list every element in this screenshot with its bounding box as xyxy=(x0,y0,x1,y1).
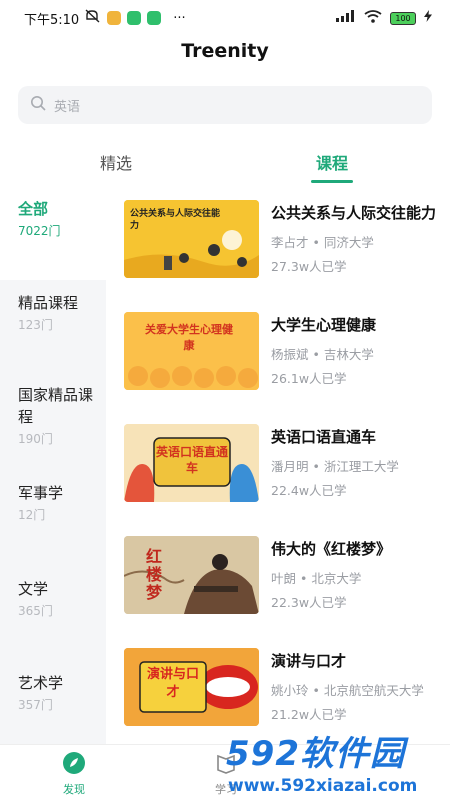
course-thumbnail[interactable]: 公共关系与人际交往能力 xyxy=(124,200,259,278)
search-input[interactable]: 英语 xyxy=(18,86,432,124)
category-item-military[interactable]: 军事学 12门 xyxy=(0,482,106,523)
watermark-url: www.592xiazai.com xyxy=(228,776,418,796)
battery-icon: 100 xyxy=(390,11,416,25)
category-count: 357门 xyxy=(18,698,53,712)
category-name: 艺术学 xyxy=(18,674,64,692)
category-count: 365门 xyxy=(18,604,53,618)
course-thumbnail[interactable]: 红楼梦 xyxy=(124,536,259,614)
category-item-literature[interactable]: 文学 365门 xyxy=(0,578,106,619)
course-learners: 26.1w人已学 xyxy=(271,371,347,386)
mute-icon xyxy=(85,9,101,27)
category-item-premium[interactable]: 精品课程 123门 xyxy=(0,292,106,333)
category-count: 12门 xyxy=(18,508,46,522)
category-item-national[interactable]: 国家精品课程 190门 xyxy=(0,384,100,447)
thumbnail-caption: 公共关系与人际交往能力 xyxy=(130,209,221,231)
nav-label: 发现 xyxy=(63,783,85,796)
course-learners: 22.4w人已学 xyxy=(271,483,347,498)
course-teacher: 姚小玲 • 北京航空航天大学 xyxy=(271,683,424,698)
course-item[interactable]: 关爱大学生心理健康 大学生心理健康 杨振斌 • 吉林大学 26.1w人已学 xyxy=(106,302,450,402)
category-item-all[interactable]: 全部 7022门 xyxy=(0,184,106,280)
course-learners: 22.3w人已学 xyxy=(271,595,347,610)
search-icon xyxy=(30,95,46,115)
category-name: 全部 xyxy=(18,200,49,218)
category-name: 国家精品课程 xyxy=(18,386,94,426)
nav-discover[interactable]: 发现 xyxy=(44,751,104,797)
course-list: 公共关系与人际交往能力 公共关系与人际交往能力 李占才 • 同济大学 27.3w… xyxy=(106,190,450,745)
course-learners: 27.3w人已学 xyxy=(271,259,347,274)
watermark: 592软件园 www.592xiazai.com xyxy=(222,726,448,800)
app-title: Treenity xyxy=(181,40,269,62)
course-thumbnail[interactable]: 演讲与口才 xyxy=(124,648,259,726)
course-title: 公共关系与人际交往能力 xyxy=(271,204,437,222)
course-learners: 21.2w人已学 xyxy=(271,707,347,722)
course-teacher: 杨振斌 • 吉林大学 xyxy=(271,347,374,362)
category-count: 123门 xyxy=(18,318,53,332)
discover-icon xyxy=(44,751,104,779)
notification-app-icon xyxy=(107,11,122,25)
search-placeholder: 英语 xyxy=(54,99,81,115)
course-teacher: 潘月明 • 浙江理工大学 xyxy=(271,459,399,474)
signal-icon xyxy=(336,10,356,26)
status-bar: 下午5:10 ··· 100 xyxy=(0,0,450,36)
tab-courses[interactable]: 课程 xyxy=(316,150,348,174)
category-count: 7022门 xyxy=(18,224,61,238)
course-title: 大学生心理健康 xyxy=(271,316,377,334)
more-notifications-icon: ··· xyxy=(173,10,186,26)
thumbnail-caption: 英语口语直通车 xyxy=(155,445,228,475)
course-title: 演讲与口才 xyxy=(271,652,347,670)
category-sidebar: 全部 7022门 精品课程 123门 国家精品课程 190门 军事学 12门 文… xyxy=(0,184,106,744)
watermark-brand: 592软件园 xyxy=(226,734,405,774)
thumbnail-caption: 关爱大学生心理健康 xyxy=(145,323,233,352)
course-teacher: 李占才 • 同济大学 xyxy=(271,235,374,250)
thumbnail-caption: 演讲与口才 xyxy=(146,667,199,700)
course-item[interactable]: 公共关系与人际交往能力 公共关系与人际交往能力 李占才 • 同济大学 27.3w… xyxy=(106,190,450,290)
active-tab-indicator xyxy=(311,180,353,183)
category-name: 军事学 xyxy=(18,484,64,502)
category-count: 190门 xyxy=(18,432,53,446)
course-item[interactable]: 演讲与口才 演讲与口才 姚小玲 • 北京航空航天大学 21.2w人已学 xyxy=(106,638,450,738)
thumbnail-caption: 红楼梦 xyxy=(146,547,163,602)
status-time: 下午5:10 xyxy=(24,12,80,28)
course-title: 英语口语直通车 xyxy=(271,428,377,446)
course-title: 伟大的《红楼梦》 xyxy=(271,540,392,558)
tab-featured[interactable]: 精选 xyxy=(100,150,132,174)
category-name: 精品课程 xyxy=(18,294,79,312)
charging-icon xyxy=(424,10,432,26)
wifi-icon xyxy=(364,9,382,27)
notification-app-icon xyxy=(127,11,142,25)
notification-app-icon xyxy=(147,11,162,25)
course-thumbnail[interactable]: 英语口语直通车 xyxy=(124,424,259,502)
course-thumbnail[interactable]: 关爱大学生心理健康 xyxy=(124,312,259,390)
course-item[interactable]: 红楼梦 伟大的《红楼梦》 叶朗 • 北京大学 22.3w人已学 xyxy=(106,526,450,626)
course-teacher: 叶朗 • 北京大学 xyxy=(271,571,362,586)
tab-bar: 精选 课程 xyxy=(0,140,450,184)
category-item-art[interactable]: 艺术学 357门 xyxy=(0,672,106,713)
course-item[interactable]: 英语口语直通车 英语口语直通车 潘月明 • 浙江理工大学 22.4w人已学 xyxy=(106,414,450,514)
category-name: 文学 xyxy=(18,580,49,598)
